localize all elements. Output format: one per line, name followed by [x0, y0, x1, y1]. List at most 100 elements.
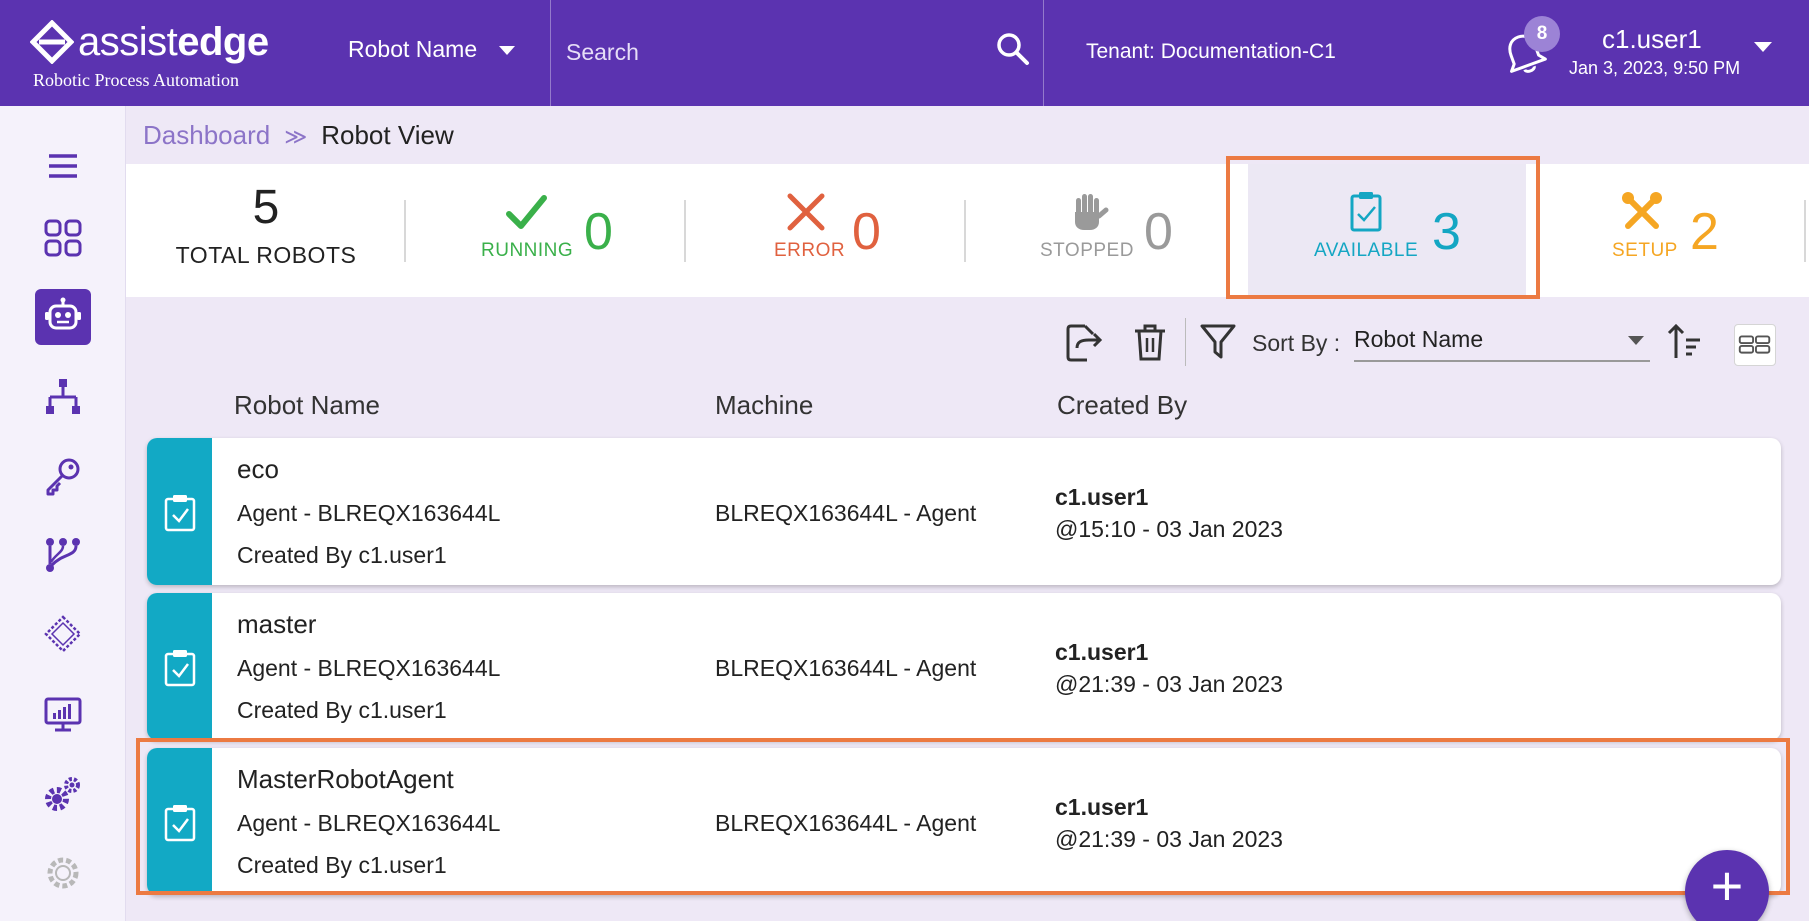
stat-error-value: 0	[852, 203, 881, 261]
key-icon	[46, 458, 80, 496]
robot-status-strip	[147, 593, 212, 740]
column-header-machine[interactable]: Machine	[715, 390, 813, 421]
stat-divider	[684, 200, 686, 262]
add-robot-button[interactable]: +	[1685, 850, 1769, 921]
logo-text-light: assist	[78, 20, 178, 64]
robot-agent: Agent - BLREQX163644L	[237, 500, 501, 526]
app-logo[interactable]: assistedge Robotic Process Automation	[30, 14, 270, 94]
notification-badge: 8	[1524, 16, 1560, 52]
stat-stopped-label: STOPPED	[1040, 240, 1134, 261]
tenant-label: Tenant: Documentation-C1	[1086, 40, 1336, 63]
workflow-icon	[46, 538, 80, 572]
robot-created-time: @21:39 - 03 Jan 2023	[1055, 671, 1283, 697]
sidebar-item-menu[interactable]	[35, 138, 91, 194]
logo-text-bold: edge	[177, 20, 269, 64]
stat-stopped-value: 0	[1144, 203, 1173, 261]
stat-divider	[964, 200, 966, 262]
sort-order-icon[interactable]	[1666, 322, 1706, 362]
chevron-down-icon	[1628, 336, 1644, 345]
stat-error[interactable]: ERROR 0	[736, 164, 976, 297]
column-header-robot-name[interactable]: Robot Name	[234, 390, 380, 421]
breadcrumb-separator: ≫	[284, 124, 308, 149]
chip-icon	[44, 615, 82, 653]
clipboard-check-icon	[164, 495, 196, 532]
current-datetime: Jan 3, 2023, 9:50 PM	[1569, 58, 1741, 78]
robot-created-by: Created By c1.user1	[237, 542, 447, 568]
header-divider	[550, 0, 551, 106]
logo-text: assistedge	[78, 20, 269, 64]
clipboard-check-icon	[164, 650, 196, 687]
logo-subtitle: Robotic Process Automation	[33, 70, 239, 90]
error-x-icon	[787, 193, 825, 231]
stat-total-robots[interactable]: 5 TOTAL ROBOTS	[126, 164, 406, 297]
sidebar-item-admin-settings[interactable]	[35, 845, 91, 901]
stop-hand-icon	[1075, 194, 1109, 230]
sidebar-item-settings[interactable]	[35, 766, 91, 822]
menu-icon	[49, 154, 77, 178]
logo-mark-icon	[30, 20, 74, 64]
sidebar-item-workflows[interactable]	[35, 527, 91, 583]
stat-total-value: 5	[252, 181, 280, 234]
top-header: assistedge Robotic Process Automation Ro…	[0, 0, 1809, 106]
breadcrumb-dashboard-link[interactable]: Dashboard	[143, 120, 270, 150]
chevron-down-icon	[499, 46, 516, 56]
stat-error-label: ERROR	[774, 240, 846, 261]
robot-highlight-box	[136, 738, 1790, 895]
sidebar-item-processor[interactable]	[35, 606, 91, 662]
sidebar	[0, 106, 126, 921]
stat-divider	[1804, 200, 1806, 262]
stat-setup-label: SETUP	[1612, 240, 1678, 261]
add-icon: +	[1710, 854, 1744, 917]
robot-creator-user: c1.user1	[1055, 639, 1149, 665]
available-highlight-box	[1226, 156, 1540, 299]
delete-icon[interactable]	[1130, 322, 1170, 362]
stat-stopped[interactable]: STOPPED 0	[1016, 164, 1256, 297]
card-view-icon	[1738, 335, 1771, 354]
robot-status-strip	[147, 438, 212, 585]
search-filter-value: Robot Name	[348, 36, 478, 62]
tools-icon	[1622, 192, 1662, 229]
robot-card[interactable]: eco Agent - BLREQX163644L Created By c1.…	[147, 438, 1781, 585]
robot-machine: BLREQX163644L - Agent	[715, 500, 977, 526]
sidebar-item-monitoring[interactable]	[35, 686, 91, 742]
column-header-created-by[interactable]: Created By	[1057, 390, 1187, 421]
toolbar-divider	[1185, 318, 1186, 366]
stat-total-label: TOTAL ROBOTS	[175, 242, 357, 268]
user-menu-chevron-icon[interactable]	[1754, 42, 1772, 52]
robot-icon	[45, 297, 81, 330]
sidebar-item-credentials[interactable]	[35, 448, 91, 504]
stat-setup[interactable]: SETUP 2	[1536, 164, 1796, 297]
sidebar-item-hierarchy[interactable]	[35, 369, 91, 425]
stat-divider	[404, 200, 406, 262]
stat-running-value: 0	[584, 203, 613, 261]
robot-stats-bar: 5 TOTAL ROBOTS RUNNING 0 ERROR 0 STOPPED…	[126, 164, 1809, 297]
settings-outline-icon	[47, 857, 79, 889]
view-toggle-button[interactable]	[1734, 324, 1776, 366]
search-filter-dropdown[interactable]: Robot Name	[348, 36, 516, 63]
robot-created-by: Created By c1.user1	[237, 697, 447, 723]
robot-name: master	[237, 609, 317, 639]
stat-setup-value: 2	[1690, 203, 1719, 261]
sidebar-item-robots[interactable]	[35, 289, 91, 345]
settings-icon	[45, 777, 80, 811]
sort-by-value: Robot Name	[1354, 326, 1484, 352]
sort-by-select[interactable]: Robot Name	[1354, 320, 1650, 362]
robot-creator-user: c1.user1	[1055, 484, 1149, 510]
hierarchy-icon	[46, 379, 80, 414]
robot-card[interactable]: master Agent - BLREQX163644L Created By …	[147, 593, 1781, 740]
robot-created-time: @15:10 - 03 Jan 2023	[1055, 516, 1283, 542]
sidebar-item-dashboard[interactable]	[35, 210, 91, 266]
robot-agent: Agent - BLREQX163644L	[237, 655, 501, 681]
header-divider	[1043, 0, 1044, 106]
robot-name: eco	[237, 454, 279, 484]
search-input[interactable]	[566, 30, 966, 74]
user-name[interactable]: c1.user1	[1602, 24, 1702, 55]
breadcrumb: Dashboard ≫ Robot View	[143, 120, 454, 151]
breadcrumb-current: Robot View	[321, 120, 454, 150]
checkmark-icon	[506, 195, 547, 229]
filter-icon[interactable]	[1198, 322, 1238, 362]
robot-machine: BLREQX163644L - Agent	[715, 655, 977, 681]
search-icon[interactable]	[996, 32, 1030, 66]
export-icon[interactable]	[1063, 322, 1103, 362]
stat-running[interactable]: RUNNING 0	[456, 164, 696, 297]
